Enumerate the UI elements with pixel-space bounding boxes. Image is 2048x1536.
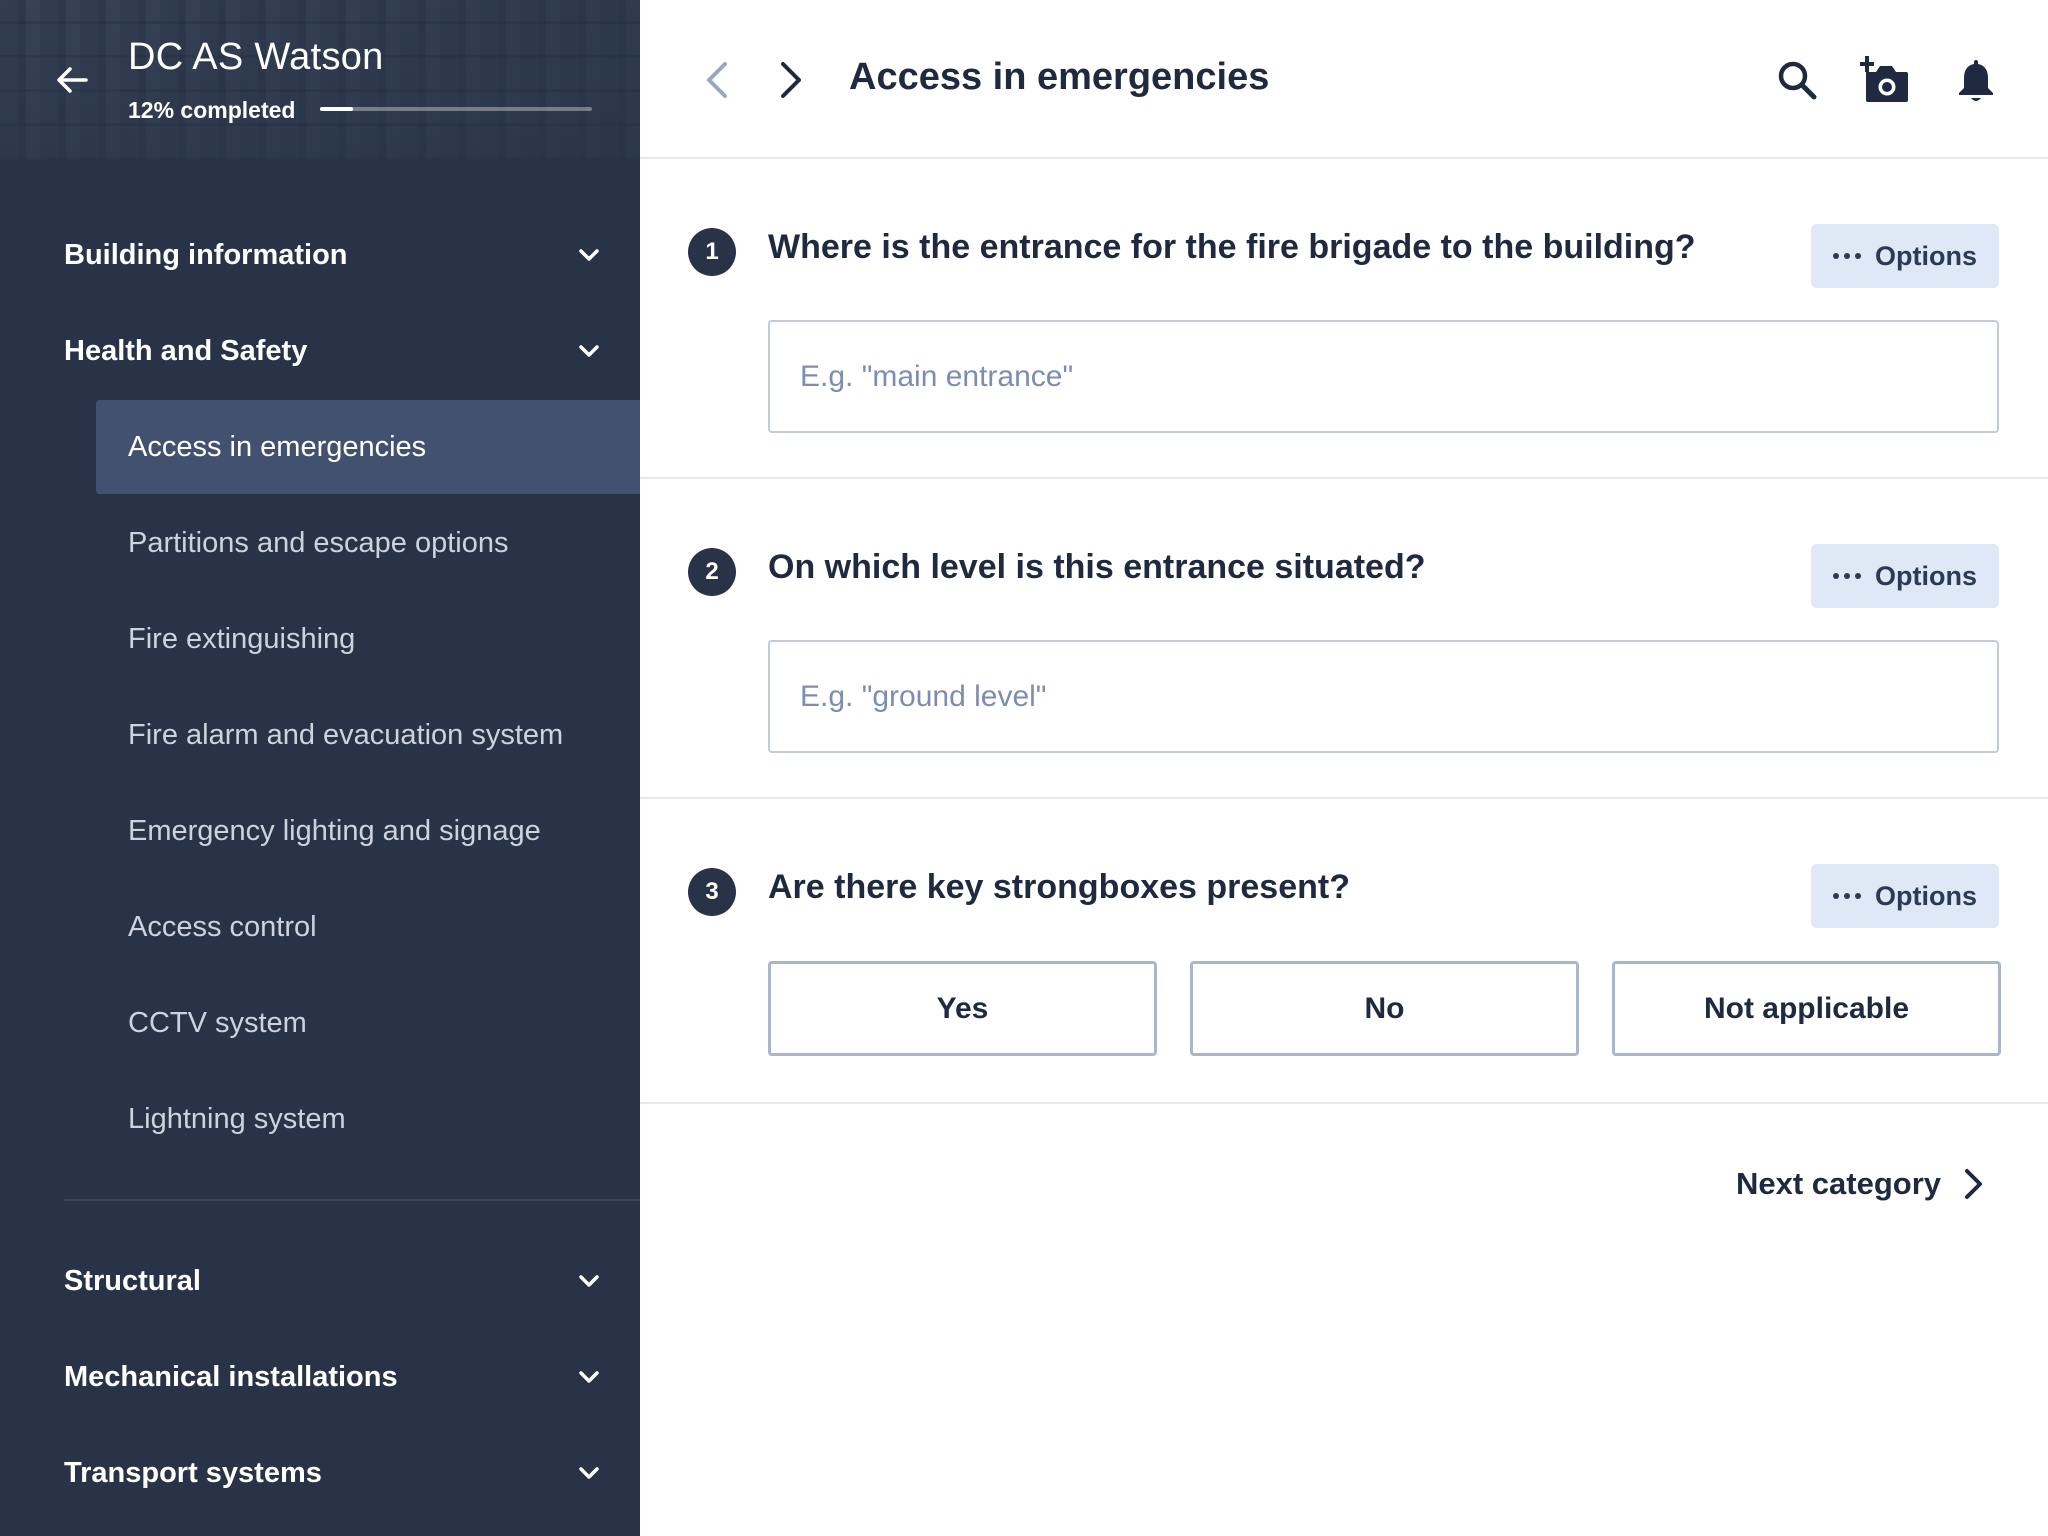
options-label: Options xyxy=(1875,560,1977,591)
options-button[interactable]: Options xyxy=(1811,224,1999,288)
answer-input[interactable] xyxy=(768,320,1999,433)
sidebar-item-fire-alarm-and-evacuation-system[interactable]: Fire alarm and evacuation system xyxy=(96,688,640,782)
chevron-down-icon xyxy=(579,345,599,357)
sidebar-item-emergency-lighting-and-signage[interactable]: Emergency lighting and signage xyxy=(96,784,640,878)
sidebar-item-access-control[interactable]: Access control xyxy=(96,880,640,974)
sidebar: DC AS Watson 12% completed Building info… xyxy=(0,0,640,1536)
search-icon xyxy=(1778,61,1817,100)
sidebar-section-transport-systems[interactable]: Transport systems xyxy=(64,1443,604,1503)
next-category-label: Next category xyxy=(1736,1166,1942,1201)
sidebar-item-partitions-and-escape-options[interactable]: Partitions and escape options xyxy=(96,496,640,590)
more-horizontal-icon xyxy=(1833,893,1861,899)
section-label: Building information xyxy=(64,238,348,271)
project-title: DC AS Watson xyxy=(128,36,384,78)
question-text: Where is the entrance for the fire briga… xyxy=(768,228,1696,266)
answer-input[interactable] xyxy=(768,640,1999,753)
progress-bar xyxy=(320,107,592,111)
add-photo-icon xyxy=(1860,56,1908,102)
project-header: DC AS Watson 12% completed xyxy=(0,0,640,160)
question-1: 1 Where is the entrance for the fire bri… xyxy=(640,161,2048,479)
options-label: Options xyxy=(1875,240,1977,271)
progress-fill xyxy=(320,107,353,111)
chevron-down-icon xyxy=(579,1371,599,1383)
section-label: Transport systems xyxy=(64,1456,322,1489)
question-number: 1 xyxy=(688,228,736,276)
sidebar-section-mechanical-installations[interactable]: Mechanical installations xyxy=(64,1347,604,1407)
options-button[interactable]: Options xyxy=(1811,864,1999,928)
chevron-down-icon xyxy=(579,249,599,261)
back-button[interactable] xyxy=(52,60,92,100)
choice-yes-button[interactable]: Yes xyxy=(768,961,1157,1056)
next-category-arrow-button[interactable] xyxy=(772,56,812,104)
choice-no-button[interactable]: No xyxy=(1190,961,1579,1056)
chevron-down-icon xyxy=(579,1467,599,1479)
top-bar: Access in emergencies xyxy=(640,0,2048,159)
arrow-left-icon xyxy=(57,67,88,93)
question-number: 3 xyxy=(688,868,736,916)
section-label: Structural xyxy=(64,1264,201,1297)
previous-category-button[interactable] xyxy=(696,56,736,104)
add-photo-button[interactable] xyxy=(1860,56,1908,104)
main-content: Access in emergencies 1 Where is the ent… xyxy=(640,0,2048,1536)
next-category-button[interactable]: Next category xyxy=(1736,1154,1987,1214)
question-number: 2 xyxy=(688,548,736,596)
options-label: Options xyxy=(1875,880,1977,911)
bell-icon xyxy=(1959,60,1993,101)
sidebar-item-cctv-system[interactable]: CCTV system xyxy=(96,976,640,1070)
options-button[interactable]: Options xyxy=(1811,544,1999,608)
chevron-down-icon xyxy=(579,1275,599,1287)
more-horizontal-icon xyxy=(1833,573,1861,579)
search-button[interactable] xyxy=(1773,56,1821,104)
page-title: Access in emergencies xyxy=(849,56,1270,98)
section-label: Mechanical installations xyxy=(64,1360,398,1393)
chevron-right-icon xyxy=(781,62,801,98)
sidebar-divider xyxy=(64,1199,640,1201)
sidebar-section-structural[interactable]: Structural xyxy=(64,1251,604,1311)
more-horizontal-icon xyxy=(1833,253,1861,259)
question-text: Are there key strongboxes present? xyxy=(768,868,1350,906)
question-text: On which level is this entrance situated… xyxy=(768,548,1426,586)
chevron-right-icon xyxy=(1965,1169,1983,1199)
notifications-button[interactable] xyxy=(1952,56,2000,104)
sidebar-item-fire-extinguishing[interactable]: Fire extinguishing xyxy=(96,592,640,686)
chevron-left-icon xyxy=(707,62,727,98)
question-2: 2 On which level is this entrance situat… xyxy=(640,481,2048,799)
sidebar-item-lightning-system[interactable]: Lightning system xyxy=(96,1072,640,1166)
section-label: Health and Safety xyxy=(64,334,308,367)
progress-text: 12% completed xyxy=(128,97,296,123)
choice-not-applicable-button[interactable]: Not applicable xyxy=(1612,961,2001,1056)
sidebar-item-access-in-emergencies[interactable]: Access in emergencies xyxy=(96,400,640,494)
sidebar-section-building-information[interactable]: Building information xyxy=(64,225,604,285)
sidebar-section-health-and-safety[interactable]: Health and Safety xyxy=(64,321,604,381)
question-3: 3 Are there key strongboxes present? Opt… xyxy=(640,801,2048,1104)
